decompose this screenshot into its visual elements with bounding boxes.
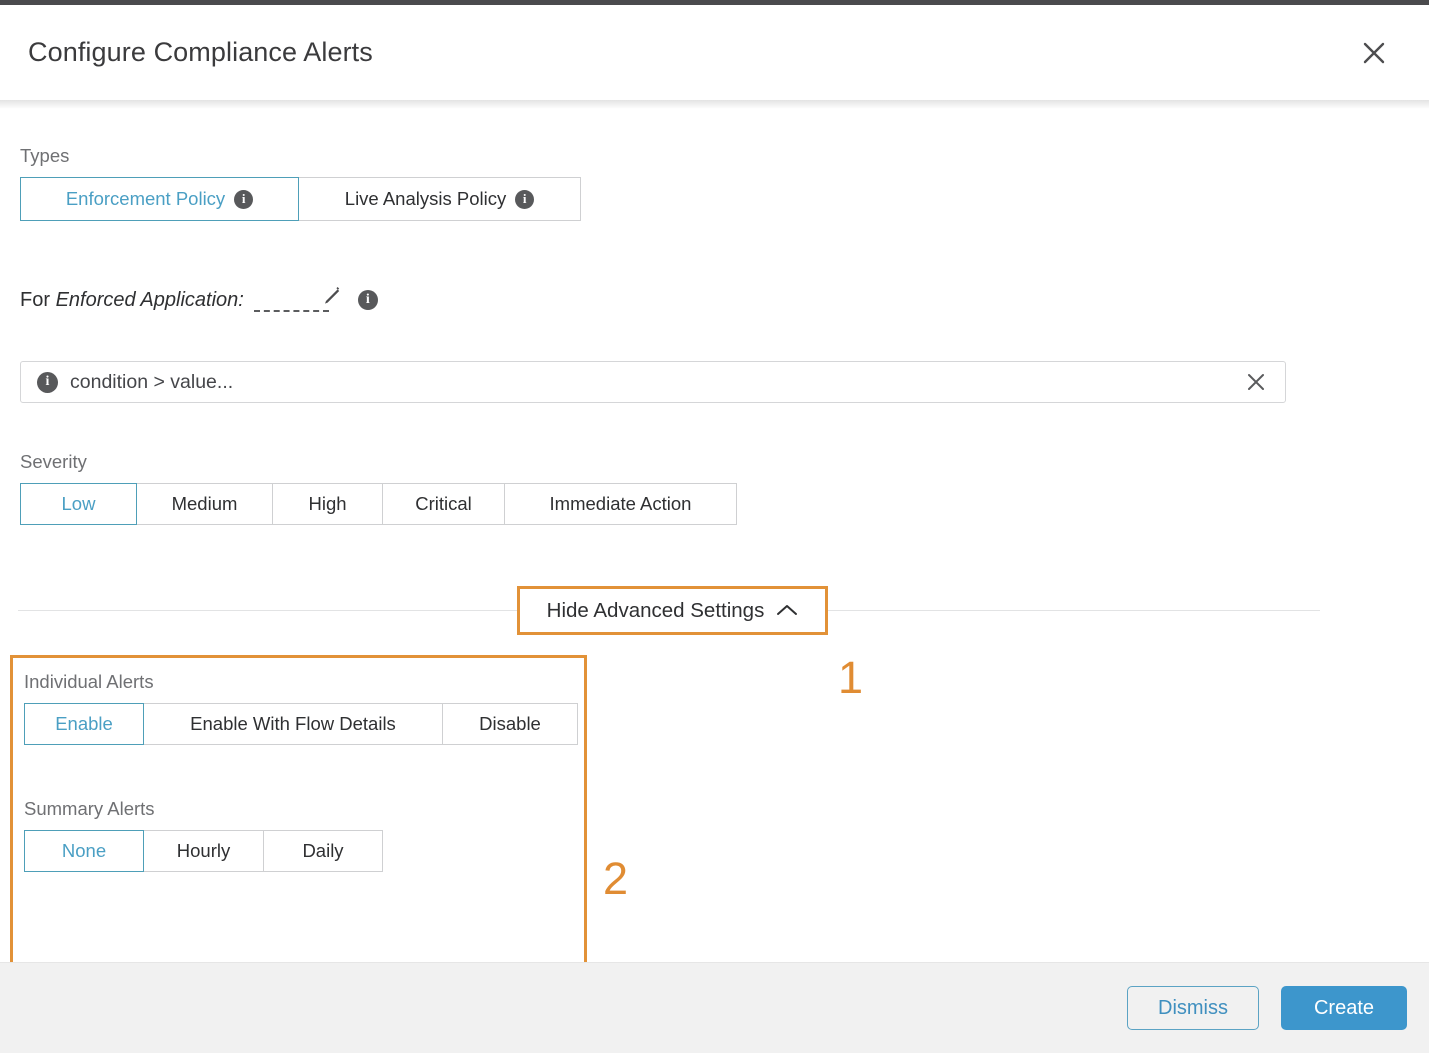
- types-section: Types Enforcement Policy i Live Analysis…: [20, 145, 581, 221]
- severity-segmented-control: Low Medium High Critical Immediate Actio…: [20, 483, 737, 525]
- enforced-application-edit-field[interactable]: [252, 285, 347, 315]
- modal-body: Types Enforcement Policy i Live Analysis…: [0, 109, 1429, 962]
- condition-input-placeholder: condition > value...: [70, 371, 1243, 394]
- enforced-emphasis: Enforced Application:: [56, 289, 244, 311]
- pencil-icon[interactable]: [317, 285, 343, 316]
- type-option-label: Live Analysis Policy: [345, 188, 506, 210]
- enforced-application-info[interactable]: i: [358, 290, 378, 311]
- type-option-live-analysis-policy[interactable]: Live Analysis Policy i: [299, 177, 581, 221]
- type-option-label: Enforcement Policy: [66, 188, 225, 210]
- individual-alerts-label: Individual Alerts: [24, 671, 584, 693]
- annotation-number-1: 1: [838, 655, 863, 700]
- individual-alerts-segmented-control: Enable Enable With Flow Details Disable: [24, 703, 578, 745]
- individual-alerts-option-enable-with-flow-details[interactable]: Enable With Flow Details: [144, 703, 442, 745]
- info-icon[interactable]: i: [37, 372, 58, 393]
- type-option-enforcement-policy[interactable]: Enforcement Policy i: [20, 177, 299, 221]
- annotation-number-2: 2: [603, 856, 628, 901]
- types-segmented-control: Enforcement Policy i Live Analysis Polic…: [20, 177, 581, 221]
- page-title: Configure Compliance Alerts: [28, 37, 373, 68]
- close-icon[interactable]: [1353, 32, 1395, 74]
- summary-alerts-option-none[interactable]: None: [24, 830, 144, 872]
- hide-advanced-settings-label: Hide Advanced Settings: [547, 599, 765, 623]
- info-icon[interactable]: i: [234, 190, 253, 209]
- hide-advanced-settings-button[interactable]: Hide Advanced Settings: [517, 586, 828, 635]
- severity-label: Severity: [20, 451, 737, 473]
- summary-alerts-label: Summary Alerts: [24, 798, 584, 820]
- advanced-toggle-wrapper: Hide Advanced Settings: [517, 586, 828, 635]
- individual-alerts-option-disable[interactable]: Disable: [442, 703, 578, 745]
- summary-alerts-segmented-control: None Hourly Daily: [24, 830, 383, 872]
- dismiss-button[interactable]: Dismiss: [1127, 986, 1259, 1030]
- advanced-settings-panel: Individual Alerts Enable Enable With Flo…: [10, 655, 587, 1003]
- enforced-prefix: For: [20, 289, 56, 311]
- severity-option-low[interactable]: Low: [20, 483, 137, 525]
- severity-section: Severity Low Medium High Critical Immedi…: [20, 451, 737, 525]
- types-label: Types: [20, 145, 581, 167]
- clear-condition-icon[interactable]: [1243, 369, 1269, 395]
- summary-alerts-option-daily[interactable]: Daily: [263, 830, 383, 872]
- individual-alerts-option-enable[interactable]: Enable: [24, 703, 144, 745]
- info-icon[interactable]: i: [515, 190, 534, 209]
- configure-compliance-alerts-modal: Configure Compliance Alerts Types Enforc…: [0, 0, 1429, 1053]
- enforced-application-row: For Enforced Application: i: [20, 285, 378, 315]
- severity-option-immediate-action[interactable]: Immediate Action: [504, 483, 737, 525]
- info-icon[interactable]: i: [358, 290, 378, 310]
- chevron-up-icon: [776, 599, 798, 623]
- severity-option-critical[interactable]: Critical: [382, 483, 504, 525]
- header-shadow: [0, 100, 1429, 109]
- summary-alerts-option-hourly[interactable]: Hourly: [144, 830, 263, 872]
- create-button[interactable]: Create: [1281, 986, 1407, 1030]
- modal-header: Configure Compliance Alerts: [0, 5, 1429, 100]
- enforced-application-label: For Enforced Application:: [20, 289, 244, 312]
- severity-option-medium[interactable]: Medium: [137, 483, 272, 525]
- modal-footer: Dismiss Create: [0, 962, 1429, 1053]
- severity-option-high[interactable]: High: [272, 483, 382, 525]
- condition-input[interactable]: i condition > value...: [20, 361, 1286, 403]
